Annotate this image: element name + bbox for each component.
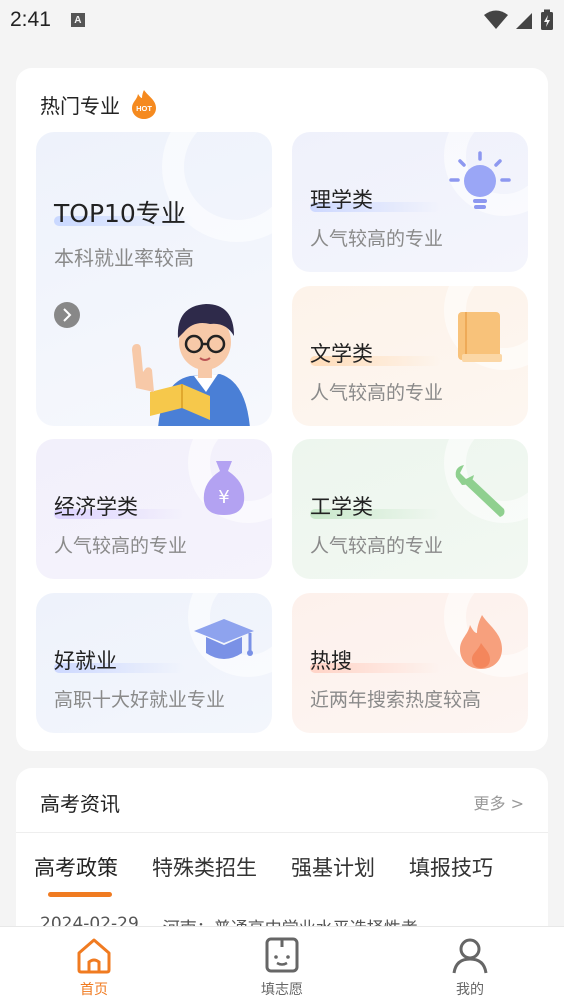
tile-top10-majors[interactable]: TOP10专业 本科就业率较高 xyxy=(36,132,272,426)
tile-good-employment[interactable]: 好就业 高职十大好就业专业 xyxy=(36,593,272,733)
tile-subtitle: 人气较高的专业 xyxy=(310,228,444,250)
status-bar: 2:41 A xyxy=(0,0,564,40)
hot-majors-title: 热门专业 xyxy=(40,93,120,118)
nav-profile[interactable]: 我的 xyxy=(376,927,564,1004)
nav-fill-application-label: 填志愿 xyxy=(261,982,303,998)
hot-majors-header: 热门专业 HOT xyxy=(40,88,160,120)
tab-application-tips[interactable]: 填报技巧 xyxy=(409,852,493,882)
tile-hot-search[interactable]: 热搜 近两年搜索热度较高 xyxy=(292,593,528,733)
tab-strong-foundation-plan[interactable]: 强基计划 xyxy=(291,852,375,882)
tile-title: 工学类 xyxy=(310,495,373,519)
tile-subtitle: 人气较高的专业 xyxy=(54,535,188,557)
chevron-right-icon[interactable] xyxy=(54,302,80,328)
hot-flame-icon: HOT xyxy=(128,88,160,120)
news-title: 高考资讯 xyxy=(40,792,120,816)
tile-science[interactable]: 理学类 人气较高的专业 xyxy=(292,132,528,272)
nav-home[interactable]: 首页 xyxy=(0,927,188,1004)
nav-home-label: 首页 xyxy=(80,982,108,998)
hot-badge-text: HOT xyxy=(136,104,152,113)
nav-profile-label: 我的 xyxy=(456,982,484,998)
tile-subtitle: 人气较高的专业 xyxy=(310,535,444,557)
fill-form-icon xyxy=(265,937,299,973)
tile-subtitle: 本科就业率较高 xyxy=(54,246,194,270)
news-more-link[interactable]: 更多 > xyxy=(474,790,525,814)
yen-glyph: ¥ xyxy=(218,487,229,508)
money-bag-icon: ¥ xyxy=(203,461,245,515)
tile-subtitle: 高职十大好就业专业 xyxy=(54,689,226,711)
cellular-signal-icon xyxy=(516,13,532,29)
tab-special-admission[interactable]: 特殊类招生 xyxy=(152,852,257,882)
tile-title: 热搜 xyxy=(310,649,352,673)
hot-majors-card: 热门专业 HOT TOP10专业 本科就业率较高 理学类 人气较高的专业 文学类… xyxy=(16,68,548,751)
accessibility-notification-icon: A xyxy=(70,13,85,27)
tile-title: 理学类 xyxy=(310,188,373,212)
tab-gaokao-policy[interactable]: 高考政策 xyxy=(34,852,118,882)
book-icon xyxy=(458,312,502,362)
tile-economics[interactable]: 经济学类 人气较高的专业 ¥ xyxy=(36,439,272,579)
battery-charging-icon xyxy=(541,9,553,30)
student-reading-illustration xyxy=(132,304,250,426)
bottom-navigation: 首页 填志愿 我的 xyxy=(0,926,564,1004)
home-icon xyxy=(77,938,111,974)
status-time: 2:41 xyxy=(10,8,51,31)
divider xyxy=(16,832,548,833)
lightbulb-icon xyxy=(449,151,511,209)
nav-fill-application[interactable]: 填志愿 xyxy=(188,927,376,1004)
wifi-icon xyxy=(484,10,508,29)
wrench-icon xyxy=(455,465,505,517)
flame-icon xyxy=(460,615,502,669)
tile-subtitle: 近两年搜索热度较高 xyxy=(310,689,482,711)
tile-subtitle: 人气较高的专业 xyxy=(310,382,444,404)
tile-engineering[interactable]: 工学类 人气较高的专业 xyxy=(292,439,528,579)
tile-title: 文学类 xyxy=(310,342,373,366)
active-tab-indicator xyxy=(48,892,112,897)
profile-icon xyxy=(452,938,488,974)
tile-literature[interactable]: 文学类 人气较高的专业 xyxy=(292,286,528,426)
tile-title: TOP10专业 xyxy=(54,199,186,228)
tile-title: 好就业 xyxy=(54,649,117,673)
graduation-cap-icon xyxy=(194,619,254,659)
news-tabs: 高考政策 特殊类招生 强基计划 填报技巧 xyxy=(16,852,548,882)
tile-title: 经济学类 xyxy=(54,495,138,519)
